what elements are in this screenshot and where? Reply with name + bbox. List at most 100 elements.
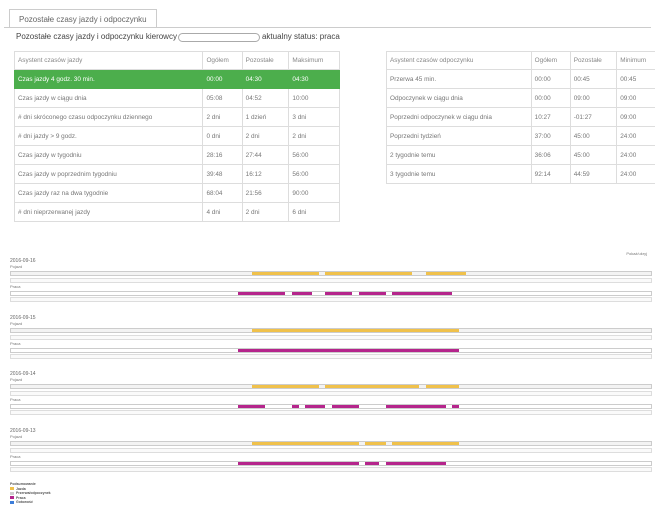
table-cell: 24:00 (616, 164, 655, 184)
work-segment[interactable] (291, 405, 299, 408)
table-cell: 92:14 (530, 164, 571, 184)
table-row[interactable]: 3 tygodnie temu 92:14 44:59 24:00 (386, 164, 655, 184)
table-row[interactable]: Poprzedni odpoczynek w ciągu dnia 10:27 -0… (386, 107, 655, 127)
table-cell: 3 dni (288, 107, 340, 127)
table-row[interactable]: Czas jazdy w tygodniu 28:16 27:44 56:00 (13, 145, 340, 165)
row-label-vehicle: Pojazd (10, 434, 23, 439)
work-segment[interactable] (385, 405, 446, 408)
column-header: Pozostałe (569, 51, 618, 70)
table-cell: 2 dni (241, 126, 290, 146)
table-cell: Czas jazdy w poprzednim tygodniu (13, 164, 204, 184)
hour-scale (10, 410, 652, 415)
table-cell: Poprzedni odpoczynek w ciągu dnia (386, 107, 532, 127)
table-cell: 27:44 (241, 145, 290, 165)
tab-divider (4, 27, 651, 28)
work-segment[interactable] (238, 405, 266, 408)
driver-select-input[interactable] (177, 32, 260, 42)
table-cell: Czas jazdy 4 godz. 30 min. (13, 69, 204, 89)
driving-segment[interactable] (365, 442, 386, 445)
table-cell: 10:27 (530, 107, 571, 127)
row-label-vehicle: Pojazd (10, 264, 23, 269)
table-row[interactable]: Przerwa 45 min. 00:00 00:45 00:45 (386, 69, 655, 89)
work-segment[interactable] (385, 462, 446, 465)
work-segment[interactable] (365, 462, 379, 465)
column-header: Pozostałe (241, 51, 290, 70)
table-cell: 45:00 (569, 145, 618, 165)
work-segment[interactable] (358, 292, 386, 295)
driving-segment[interactable] (325, 272, 413, 275)
table-cell: 44:59 (569, 164, 618, 184)
driving-segment[interactable] (251, 329, 460, 332)
driving-segment[interactable] (325, 385, 419, 388)
table-cell: 1 dzień (241, 107, 290, 127)
vehicle-track (10, 441, 652, 446)
vehicle-track (10, 271, 652, 276)
table-row[interactable]: # dni nieprzerwanej jazdy 4 dni 2 dni 6 dni (13, 202, 340, 222)
hour-scale (10, 297, 652, 302)
table-cell: 00:45 (569, 69, 618, 89)
table-cell: 21:56 (241, 183, 290, 203)
table-cell: 2 dni (241, 202, 290, 222)
table-cell: 05:08 (202, 88, 243, 108)
table-cell: 0 dni (202, 126, 243, 146)
table-cell: 28:16 (202, 145, 243, 165)
table-row[interactable]: Poprzedni tydzień 37:00 45:00 24:00 (386, 126, 655, 146)
table-cell: 00:45 (616, 69, 655, 89)
table-row[interactable]: # dni jazdy > 9 godz. 0 dni 2 dni 2 dni (13, 126, 340, 146)
work-swatch-icon (10, 496, 14, 500)
table-cell: 09:00 (616, 88, 655, 108)
table-cell: 39:48 (202, 164, 243, 184)
driving-segment[interactable] (425, 272, 466, 275)
column-header: Maksimum (288, 51, 340, 70)
work-segment[interactable] (452, 405, 460, 408)
table-cell: 45:00 (569, 126, 618, 146)
hour-scale (10, 467, 652, 472)
row-label-vehicle: Pojazd (10, 321, 23, 326)
table-row[interactable]: # dni skróconego czasu odpoczynku dzienn… (13, 107, 340, 127)
column-header: Minimum (616, 51, 655, 70)
table-row[interactable]: Czas jazdy 4 godz. 30 min. 00:00 04:30 04:3… (13, 69, 340, 89)
table-row[interactable]: Czas jazdy w poprzednim tygodniu 39:48 16:… (13, 164, 340, 184)
work-track (10, 461, 652, 466)
ready-swatch-icon (10, 500, 14, 504)
work-segment[interactable] (238, 349, 460, 352)
driving-segment[interactable] (251, 442, 359, 445)
tab-remaining-times[interactable]: Pozostałe czasy jazdy i odpoczynku (9, 9, 157, 28)
table-row[interactable]: Czas jazdy w ciągu dnia 05:08 04:52 10:00 (13, 88, 340, 108)
work-track (10, 291, 652, 296)
hour-scale (10, 354, 652, 359)
timeline-legend: Podsumowanie Jazda Przerwa/odpoczynek Pr… (10, 482, 51, 505)
work-track (10, 348, 652, 353)
table-row[interactable]: Czas jazdy raz na dwa tygodnie 68:04 21:56… (13, 183, 340, 203)
driving-segment[interactable] (251, 385, 319, 388)
driving-segment[interactable] (251, 272, 319, 275)
column-header: Ogółem (530, 51, 571, 70)
table-cell: 37:00 (530, 126, 571, 146)
row-label-work: Praca (10, 454, 21, 459)
work-segment[interactable] (305, 405, 326, 408)
work-segment[interactable] (392, 292, 453, 295)
work-segment[interactable] (238, 462, 359, 465)
driving-segment[interactable] (425, 385, 460, 388)
work-segment[interactable] (238, 292, 286, 295)
table-cell: 24:00 (616, 145, 655, 165)
work-segment[interactable] (291, 292, 312, 295)
row-label-work: Praca (10, 341, 21, 346)
hour-scale (10, 391, 652, 396)
table-cell: Czas jazdy w ciągu dnia (13, 88, 204, 108)
table-cell: 4 dni (202, 202, 243, 222)
work-segment[interactable] (332, 405, 359, 408)
row-label-work: Praca (10, 284, 21, 289)
rest-assistant-table: Asystent czasów odpoczynku Ogółem Pozostał… (386, 51, 655, 184)
table-cell: Czas jazdy raz na dwa tygodnie (13, 183, 204, 203)
toggle-legend-link[interactable]: Pokaż/ukryj (626, 251, 647, 256)
table-cell: 90:00 (288, 183, 340, 203)
work-segment[interactable] (325, 292, 353, 295)
legend-item-ready: Gotowość (10, 500, 51, 505)
status-text: aktualny status: praca (261, 32, 340, 41)
table-row[interactable]: 2 tygodnie temu 36:06 45:00 24:00 (386, 145, 655, 165)
table-row[interactable]: Odpoczynek w ciągu dnia 00:00 09:00 09:00 (386, 88, 655, 108)
table-cell: 00:00 (202, 69, 243, 89)
row-label-work: Praca (10, 397, 21, 402)
driving-segment[interactable] (392, 442, 460, 445)
